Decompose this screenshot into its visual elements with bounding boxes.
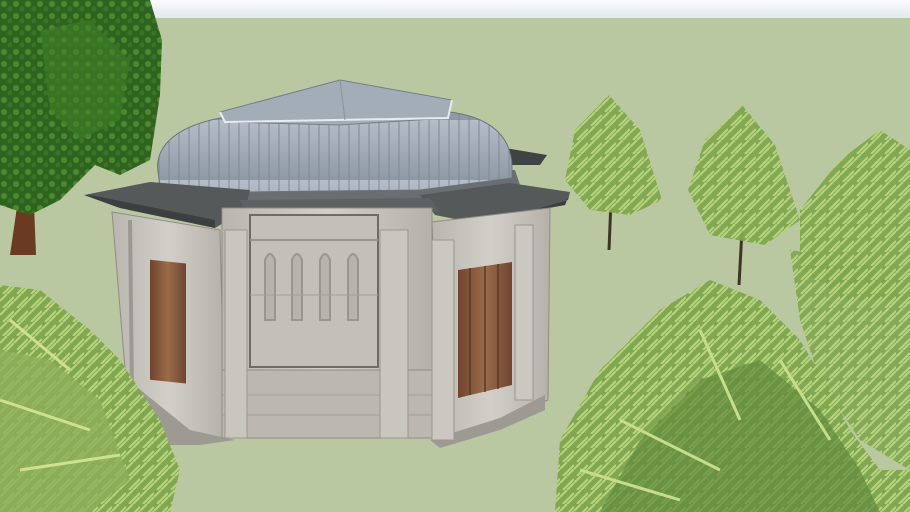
tree-small-1 (565, 95, 662, 251)
scene-canvas (0, 0, 910, 512)
stone-pavilion (84, 79, 570, 448)
door-left (150, 259, 186, 384)
tree-bottom-right (555, 250, 910, 512)
3d-viewport[interactable] (0, 0, 910, 512)
tree-small-2 (688, 105, 800, 286)
